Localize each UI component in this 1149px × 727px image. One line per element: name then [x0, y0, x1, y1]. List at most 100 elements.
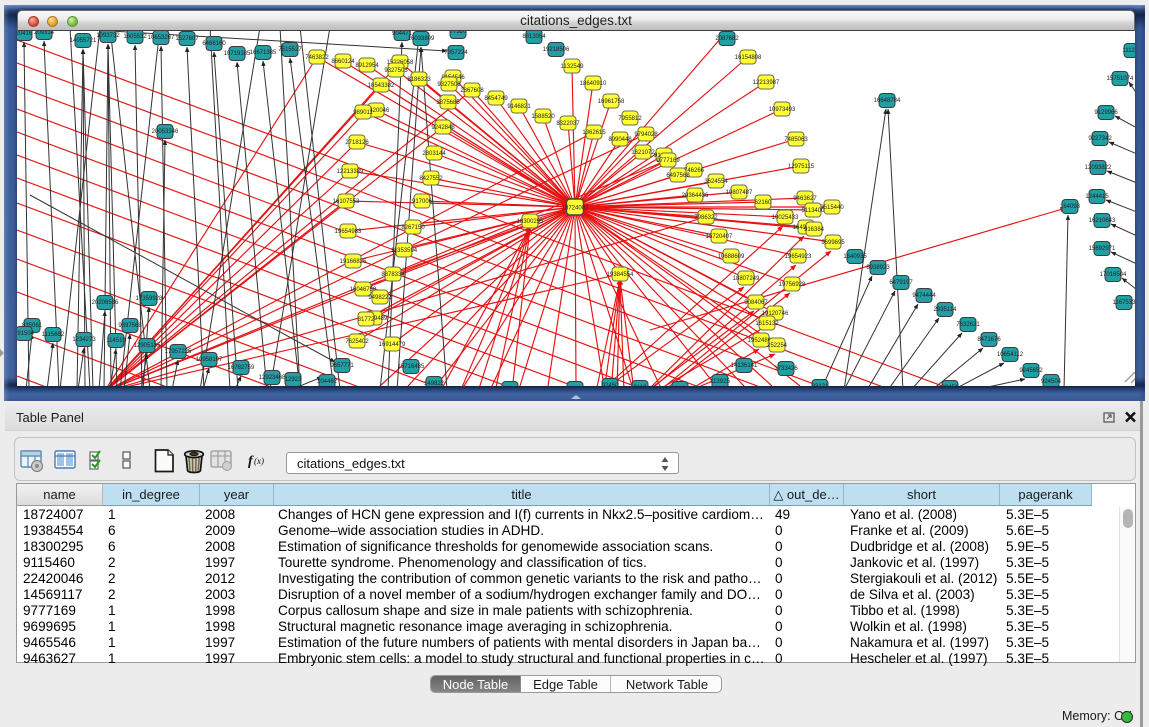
svg-text:6466160: 6466160 [202, 41, 226, 47]
svg-text:19166825: 19166825 [340, 259, 367, 265]
svg-text:16543382: 16543382 [368, 83, 395, 89]
svg-text:9657771: 9657771 [330, 363, 354, 369]
svg-text:8813054: 8813054 [522, 34, 546, 40]
svg-text:7485063: 7485063 [784, 137, 808, 143]
svg-text:20206536: 20206536 [92, 300, 119, 306]
svg-text:7515527: 7515527 [278, 47, 302, 53]
svg-text:1640935: 1640935 [843, 254, 867, 260]
svg-text:6479197: 6479197 [889, 280, 913, 286]
svg-text:1527607: 1527607 [175, 36, 199, 42]
svg-text:2087682: 2087682 [715, 36, 739, 42]
svg-text:16154808: 16154808 [735, 55, 762, 61]
svg-text:19654923: 19654923 [785, 254, 812, 260]
svg-text:9327503: 9327503 [384, 68, 408, 74]
svg-text:18640910: 18640910 [580, 81, 607, 87]
svg-text:14136141: 14136141 [731, 363, 758, 369]
svg-text:924504: 924504 [1041, 379, 1062, 385]
svg-text:19654983: 19654983 [335, 229, 362, 235]
svg-text:1244415: 1244415 [1085, 194, 1109, 200]
svg-text:9463627: 9463627 [793, 196, 817, 202]
svg-text:16782759: 16782759 [228, 365, 255, 371]
svg-text:8454749: 8454749 [484, 96, 508, 102]
svg-text:8471676: 8471676 [977, 337, 1001, 343]
svg-text:2718126: 2718126 [345, 140, 369, 146]
svg-text:19218506: 19218506 [543, 47, 570, 53]
svg-text:989011: 989011 [353, 110, 373, 116]
svg-text:12923: 12923 [285, 377, 302, 383]
svg-text:1234273: 1234273 [72, 337, 96, 343]
svg-text:9129966: 9129966 [1094, 110, 1118, 116]
svg-text:20053346: 20053346 [152, 129, 179, 135]
svg-text:12905135: 12905135 [134, 343, 161, 349]
svg-text:252254: 252254 [767, 343, 788, 349]
svg-text:92450: 92450 [602, 383, 619, 386]
svg-text:10958107: 10958107 [196, 357, 223, 363]
svg-text:93121: 93121 [812, 384, 829, 386]
svg-text:18807249: 18807249 [733, 276, 760, 282]
svg-text:17359928: 17359928 [136, 296, 163, 302]
svg-text:10688609: 10688609 [718, 254, 745, 260]
svg-text:7632621: 7632621 [956, 322, 980, 328]
svg-text:9113400: 9113400 [802, 208, 826, 214]
svg-text:15751074: 15751074 [1107, 76, 1134, 82]
svg-text:391504: 391504 [17, 331, 35, 337]
svg-text:8660124: 8660124 [331, 59, 355, 65]
svg-text:9245652: 9245652 [1019, 368, 1043, 374]
svg-text:19756928: 19756928 [779, 282, 806, 288]
svg-text:12923468: 12923468 [259, 375, 286, 381]
svg-text:1167533: 1167533 [1113, 300, 1135, 306]
svg-text:8938923: 8938923 [866, 265, 890, 271]
svg-text:1605532: 1605532 [123, 34, 147, 40]
svg-text:1093732: 1093732 [96, 33, 120, 39]
svg-text:11353594: 11353594 [391, 248, 418, 254]
svg-text:8186323: 8186323 [407, 77, 431, 83]
svg-text:15692971: 15692971 [1089, 246, 1116, 252]
svg-text:111246: 111246 [1122, 48, 1135, 54]
svg-text:8878334: 8878334 [381, 272, 405, 278]
svg-text:10973493: 10973493 [769, 107, 796, 113]
svg-text:10719185: 10719185 [224, 51, 251, 57]
svg-text:7625402: 7625402 [345, 339, 369, 345]
svg-text:81772: 81772 [358, 317, 375, 323]
svg-text:12213389: 12213389 [337, 169, 364, 175]
svg-text:2803144: 2803144 [422, 151, 446, 157]
svg-text:2867608: 2867608 [460, 88, 484, 94]
svg-text:104462: 104462 [317, 379, 338, 385]
svg-text:18300295: 18300295 [517, 219, 544, 225]
svg-text:9498222: 9498222 [368, 295, 392, 301]
svg-text:8427552: 8427552 [419, 176, 443, 182]
svg-text:9227342: 9227342 [1088, 136, 1112, 142]
svg-text:16648784: 16648784 [874, 98, 901, 104]
svg-text:1621072: 1621072 [631, 150, 655, 156]
svg-text:92450: 92450 [942, 385, 959, 386]
svg-text:9474444: 9474444 [912, 293, 936, 299]
svg-text:6497568: 6497568 [666, 173, 690, 179]
svg-text:8267150: 8267150 [401, 225, 425, 231]
svg-text:9327508: 9327508 [437, 82, 461, 88]
svg-text:17016504: 17016504 [1100, 272, 1127, 278]
svg-text:8990448: 8990448 [608, 137, 632, 143]
svg-text:12975115: 12975115 [788, 164, 815, 170]
svg-text:1115682: 1115682 [42, 332, 65, 338]
svg-text:12093822: 12093822 [1085, 165, 1112, 171]
svg-text:(x): (x) [254, 456, 264, 466]
svg-text:2935114: 2935114 [934, 307, 958, 313]
svg-text:16914479: 16914479 [379, 342, 406, 348]
svg-text:14055721: 14055721 [70, 38, 97, 44]
svg-text:16033809: 16033809 [408, 36, 435, 42]
svg-text:77320: 77320 [450, 31, 467, 35]
svg-text:1733426: 1733426 [774, 366, 798, 372]
svg-text:8912954: 8912954 [355, 63, 379, 69]
svg-text:1132549: 1132549 [561, 64, 585, 70]
svg-text:16671385: 16671385 [250, 50, 277, 56]
svg-text:114519: 114519 [106, 338, 126, 344]
svg-text:1362615: 1362615 [582, 130, 606, 136]
svg-text:16961758: 16961758 [598, 99, 625, 105]
svg-text:18724007: 18724007 [562, 206, 589, 212]
svg-text:15716485: 15716485 [398, 364, 425, 370]
svg-text:10807487: 10807487 [726, 190, 753, 196]
svg-text:7986322: 7986322 [694, 215, 718, 221]
svg-text:9397568: 9397568 [118, 323, 142, 329]
svg-text:7357224: 7357224 [444, 50, 468, 56]
svg-text:8322037: 8322037 [556, 121, 580, 127]
